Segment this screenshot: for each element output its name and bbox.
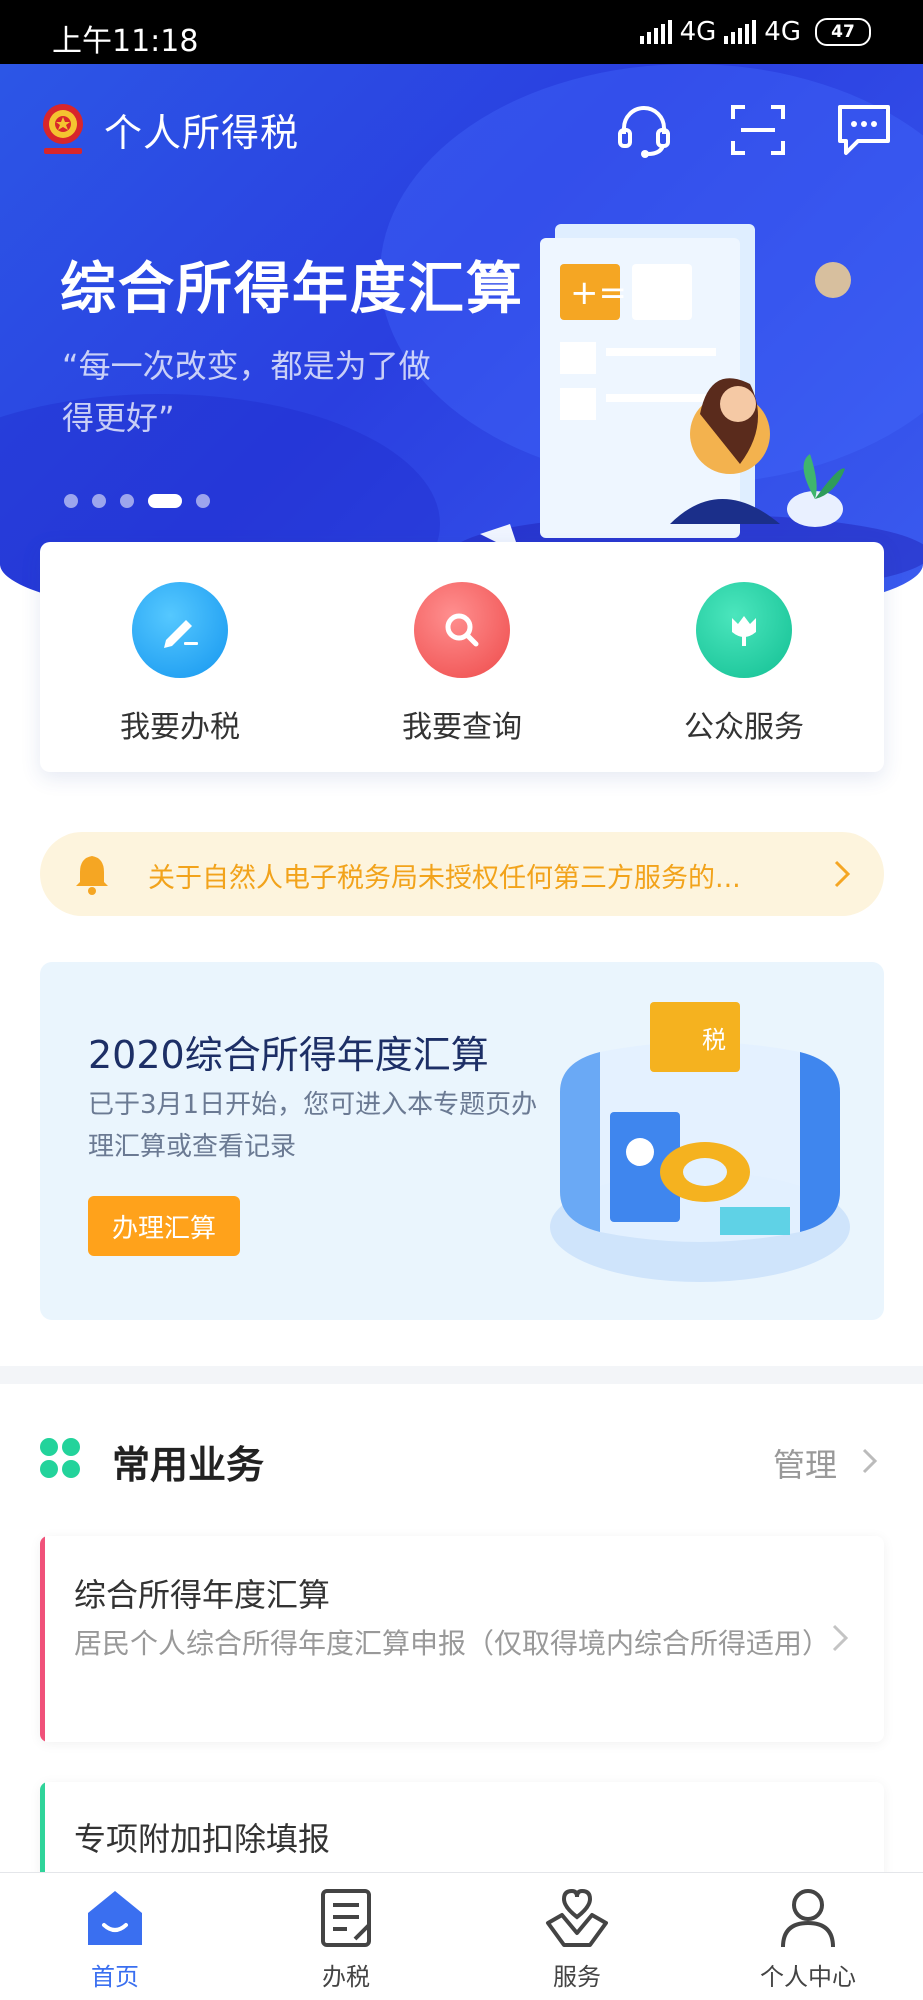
network-type-2: 4G	[764, 17, 801, 47]
annual-settlement-promo[interactable]: 2020综合所得年度汇算 已于3月1日开始，您可进入本专题页办理汇算或查看记录 …	[40, 962, 884, 1320]
nav-label: 个人中心	[760, 1963, 856, 1991]
nav-label: 首页	[91, 1963, 139, 1991]
customer-service-icon	[618, 106, 670, 158]
signal-icon-hd	[724, 20, 757, 44]
message-button[interactable]	[830, 96, 898, 164]
quick-action-label: 我要查询	[402, 710, 522, 745]
network-type-1: 4G	[679, 17, 717, 47]
service-accent	[40, 1782, 45, 1882]
nav-label: 服务	[553, 1963, 601, 1991]
service-accent	[40, 1536, 45, 1742]
battery-icon: 47	[815, 18, 871, 46]
section-divider	[0, 1366, 923, 1384]
settlement-illustration: 税	[550, 1002, 850, 1282]
service-title: 专项附加扣除填报	[74, 1820, 331, 1858]
svg-text:+=: +=	[570, 273, 627, 313]
banner-subtitle: “每一次改变，都是为了做得更好”	[62, 347, 431, 437]
chevron-right-icon[interactable]	[859, 1446, 881, 1476]
quick-action-public-service[interactable]: 公众服务	[644, 582, 844, 746]
bell-icon	[76, 856, 108, 895]
quick-action-label: 我要办税	[120, 710, 240, 745]
carousel-dot[interactable]	[120, 494, 134, 508]
carousel-dot[interactable]	[92, 494, 106, 508]
status-bar: 上午11:18 4G 4G 47	[0, 0, 923, 64]
customer-service-button[interactable]	[610, 96, 678, 164]
app-screen: 上午11:18 4G 4G 47 个人所得税 综合所得年度汇算 “每一次改变，都…	[0, 0, 923, 2000]
carousel-indicator	[64, 494, 210, 508]
nav-home[interactable]: 首页	[40, 1887, 190, 1997]
quick-action-label: 公众服务	[684, 710, 804, 745]
home-icon	[88, 1891, 142, 1945]
service-description: 居民个人综合所得年度汇算申报（仅取得境内综合所得适用）	[74, 1627, 831, 1660]
carousel-dot-active[interactable]	[148, 494, 182, 508]
quick-action-query[interactable]: 我要查询	[362, 582, 562, 746]
magnifier-icon	[414, 582, 510, 678]
scan-button[interactable]	[724, 96, 792, 164]
chevron-right-icon	[834, 860, 851, 888]
promo-title: 2020综合所得年度汇算	[88, 1033, 489, 1077]
status-time: 上午11:18	[52, 24, 199, 59]
quick-actions-card: 我要办税 我要查询 公众服务	[40, 542, 884, 772]
app-title: 个人所得税	[104, 111, 300, 155]
pencil-icon	[132, 582, 228, 678]
signal-icon	[639, 20, 672, 44]
handle-settlement-button[interactable]: 办理汇算	[88, 1196, 240, 1256]
quick-action-tax[interactable]: 我要办税	[80, 582, 280, 746]
status-indicators: 4G 4G 47	[639, 16, 871, 48]
nav-service[interactable]: 服务	[502, 1887, 652, 1997]
notice-text: 关于自然人电子税务局未授权任何第三方服务的...	[148, 863, 741, 894]
promo-description: 已于3月1日开始，您可进入本专题页办理汇算或查看记录	[88, 1090, 538, 1162]
user-icon	[781, 1889, 835, 1948]
tax-form-icon	[321, 1889, 371, 1947]
nav-label: 办税	[322, 1963, 370, 1991]
service-item-annual-settlement[interactable]: 综合所得年度汇算 居民个人综合所得年度汇算申报（仅取得境内综合所得适用）	[40, 1536, 884, 1742]
manage-link[interactable]: 管理	[773, 1440, 837, 1486]
chevron-right-icon	[832, 1624, 849, 1652]
tulip-icon	[696, 582, 792, 678]
notice-bar[interactable]: 关于自然人电子税务局未授权任何第三方服务的...	[40, 832, 884, 916]
bottom-nav: 首页 办税 服务 个人中心	[0, 1872, 923, 2000]
nav-tax[interactable]: 办税	[271, 1887, 421, 1997]
scan-icon	[731, 105, 785, 155]
tax-emblem-icon	[43, 104, 83, 154]
service-item-special-deduction[interactable]: 专项附加扣除填报	[40, 1782, 884, 1882]
heart-hand-icon	[546, 1888, 608, 1947]
message-icon	[838, 105, 890, 155]
service-title: 综合所得年度汇算	[74, 1576, 331, 1614]
carousel-dot[interactable]	[64, 494, 78, 508]
nav-profile[interactable]: 个人中心	[733, 1887, 883, 1997]
carousel-dot[interactable]	[196, 494, 210, 508]
common-services-title: 常用业务	[112, 1443, 265, 1487]
illustration-tax-label: 税	[702, 1026, 726, 1054]
apps-icon	[40, 1438, 80, 1478]
